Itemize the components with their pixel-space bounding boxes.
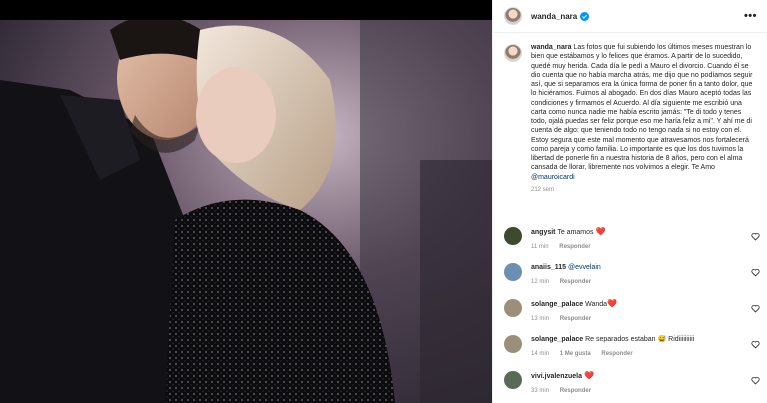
author-avatar[interactable] [504,7,522,25]
reply-button[interactable]: Responder [559,244,590,250]
heart-outline-icon[interactable] [751,340,760,349]
heart-outline-icon[interactable] [751,304,760,313]
comment-text: Wanda [585,301,608,308]
caption-username[interactable]: wanda_nara [531,44,571,51]
comment-username[interactable]: solange_palace [531,336,583,343]
reply-button[interactable]: Responder [560,279,591,285]
commenter-avatar[interactable] [504,335,522,353]
more-options-icon[interactable]: ••• [744,10,757,22]
post-sidebar: wanda_nara ••• wanda_nara Las fotos que … [492,0,767,403]
caption-avatar[interactable] [504,44,522,62]
couple-photo-image [0,20,492,403]
post-photo[interactable] [0,0,492,403]
comment-time: 11 min [531,244,549,250]
heart-outline-icon[interactable] [751,268,760,277]
commenter-avatar[interactable] [504,227,522,245]
comment-username[interactable]: angysit [531,229,556,236]
comment-username[interactable]: solange_palace [531,301,583,308]
comment-text: Te amamos [557,229,594,236]
comment-item: anaiis_115 @evvelain 12 min Responder [504,263,760,287]
commenter-avatar[interactable] [504,263,522,281]
comment-mention-link[interactable]: @evvelain [568,264,601,271]
comments-scroll[interactable]: wanda_nara Las fotos que fui subiendo lo… [493,34,767,403]
comment-emoji: ❤️ [583,371,594,380]
comment-time: 14 min [531,351,550,357]
caption-mention-link[interactable]: @mauroicardi [531,174,575,181]
comment-emoji: ❤️ [607,299,617,308]
caption-text: Las fotos que fui subiendo los últimos m… [531,44,753,172]
comment-item: angysit Te amamos ❤️ 11 min Responder [504,227,760,252]
comment-time: 12 min [531,279,550,285]
comment-emoji: ❤️ [595,227,606,236]
post-header: wanda_nara ••• [493,0,767,33]
commenter-avatar[interactable] [504,299,522,317]
reply-button[interactable]: Responder [601,351,632,357]
comment-time: 33 min [531,388,550,394]
heart-outline-icon[interactable] [751,376,760,385]
comment-emoji: 😅 [657,336,667,343]
verified-badge-icon [580,11,590,21]
reply-button[interactable]: Responder [560,388,591,394]
comment-time: 13 min [531,316,550,322]
commenter-avatar[interactable] [504,371,522,389]
comment-text: Re separados estaban [585,336,656,343]
comment-likes-count[interactable]: 1 Me gusta [560,351,591,357]
photo-top-bar [0,0,492,20]
comment-username[interactable]: vivi.jvalenzuela [531,373,582,380]
caption-time: 212 sem [531,186,555,193]
comment-text-tail: Ridiiiiiiiiii [668,336,695,343]
comment-username[interactable]: anaiis_115 [531,264,566,271]
comment-item: vivi.jvalenzuela ❤️ 33 min Responder [504,371,760,396]
heart-outline-icon[interactable] [751,232,760,241]
post-caption: wanda_nara Las fotos que fui subiendo lo… [493,34,767,195]
author-username[interactable]: wanda_nara [531,12,577,21]
comment-item: solange_palace Re separados estaban 😅 Ri… [504,335,760,359]
comment-item: solange_palace Wanda❤️ 13 min Responder [504,299,760,324]
reply-button[interactable]: Responder [560,316,591,322]
